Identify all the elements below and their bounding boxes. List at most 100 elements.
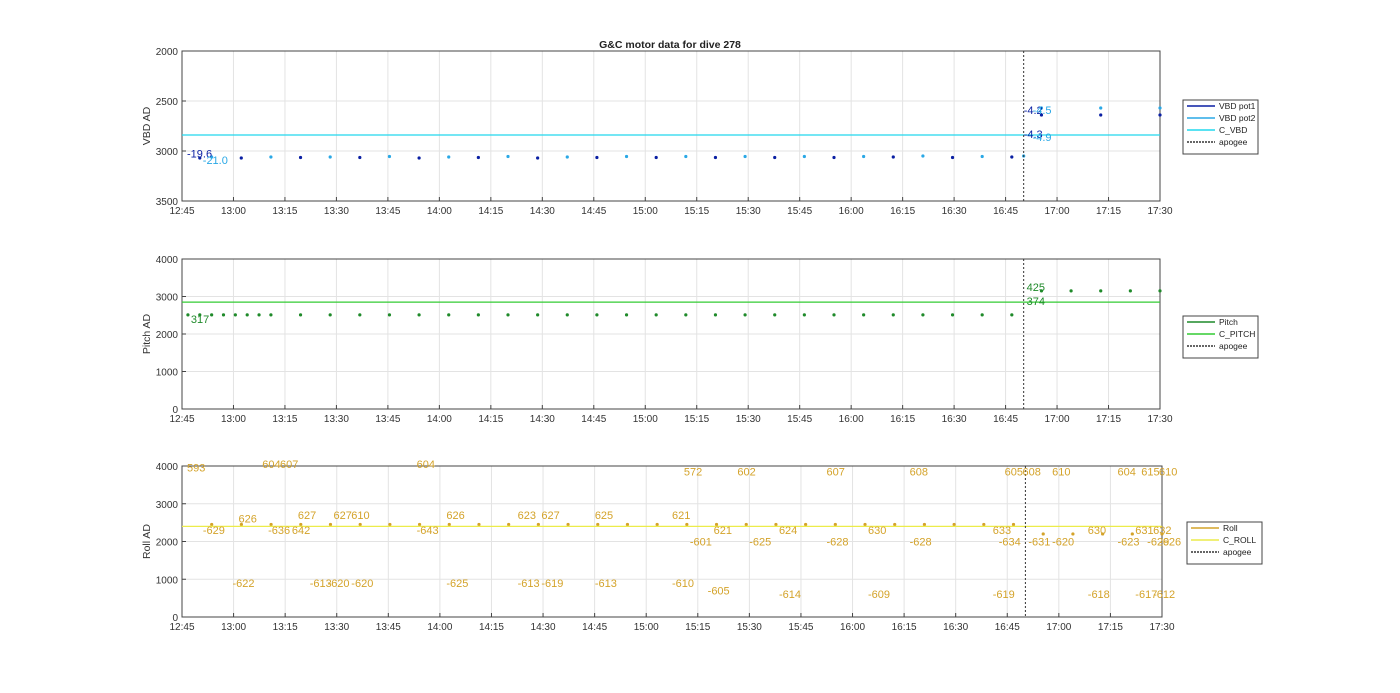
x-tick-label: 17:15 [1096, 414, 1121, 425]
x-tick-label: 14:15 [478, 206, 503, 217]
data-point [744, 522, 748, 527]
data-label: -634 [999, 536, 1021, 548]
data-point [417, 313, 421, 317]
data-label: 607 [280, 459, 298, 471]
roll-ylabel: Roll AD [141, 524, 153, 559]
data-label: -631 [1028, 536, 1050, 548]
roll-panel: 12:45 13:00 13:15 13:30 13:45 14:00 14:15 14:30… [141, 459, 1263, 633]
x-tick-label: 17:15 [1098, 622, 1123, 633]
data-label: 604 [417, 459, 435, 471]
x-tick-label: 15:30 [736, 206, 761, 217]
data-label: -601 [690, 536, 712, 548]
data-label: 610 [1052, 466, 1070, 478]
data-label: -609 [868, 589, 890, 601]
x-tick-label: 15:15 [685, 622, 710, 633]
data-point [832, 155, 836, 160]
data-label: -4.9 [1033, 132, 1052, 144]
data-label: -636 [268, 525, 290, 537]
data-point [862, 313, 866, 317]
data-point [802, 313, 806, 317]
data-point [624, 154, 629, 159]
data-label: -622 [233, 578, 255, 590]
vbd-grid [181, 50, 1161, 202]
data-label: 608 [910, 466, 928, 478]
data-point [298, 155, 303, 160]
x-tick-label: 17:15 [1096, 206, 1121, 217]
data-label: -21.0 [203, 155, 228, 167]
data-point [595, 155, 599, 160]
legend-entry: Roll [1223, 523, 1238, 533]
data-point [596, 522, 600, 527]
data-point [654, 155, 658, 160]
data-point [1130, 532, 1134, 536]
data-point [1099, 289, 1103, 293]
x-tick-label: 16:15 [890, 206, 915, 217]
x-tick-label: 15:15 [684, 206, 709, 217]
x-tick-label: 15:15 [684, 414, 709, 425]
x-tick-label: 14:45 [581, 414, 606, 425]
data-label: -620 [1052, 536, 1074, 548]
y-tick-label: 2500 [156, 97, 179, 108]
data-label: -613 [595, 578, 617, 590]
legend-entry: apogee [1219, 137, 1248, 147]
data-point [1158, 106, 1162, 110]
data-point [832, 313, 836, 317]
legend-entry: VBD pot1 [1219, 101, 1256, 111]
x-tick-label: 13:30 [324, 414, 349, 425]
data-label: -629 [203, 525, 225, 537]
data-label: 615 [1141, 466, 1159, 478]
data-label: -613 [518, 578, 540, 590]
data-label: 624 [779, 525, 797, 537]
data-label: 633 [993, 525, 1011, 537]
x-tick-label: 17:30 [1147, 414, 1172, 425]
x-tick-label: 15:00 [634, 622, 659, 633]
data-label: -628 [826, 536, 848, 548]
x-tick-label: 14:15 [478, 414, 503, 425]
data-label: 632 [1153, 525, 1171, 537]
data-label: 630 [868, 525, 886, 537]
data-point [952, 522, 956, 527]
figure-title: G&C motor data for dive 278 [599, 39, 741, 51]
data-point [239, 156, 243, 160]
data-point [1128, 289, 1132, 293]
data-label: 425 [1027, 282, 1045, 294]
y-tick-label: 4000 [156, 255, 179, 266]
y-tick-label: 2000 [156, 47, 179, 58]
data-label: 607 [826, 466, 844, 478]
data-label: -626 [1159, 536, 1181, 548]
data-label: 593 [187, 463, 205, 475]
data-point [506, 154, 510, 159]
legend-entry: C_VBD [1219, 125, 1247, 135]
data-point [863, 522, 867, 527]
data-point [565, 313, 569, 317]
data-point [1010, 155, 1014, 159]
data-label: 627 [333, 510, 351, 522]
x-tick-label: 17:00 [1045, 206, 1070, 217]
data-point [298, 313, 303, 317]
data-label: 626 [446, 510, 464, 522]
x-tick-label: 16:00 [839, 414, 864, 425]
data-point [536, 313, 540, 317]
data-point [743, 313, 747, 317]
legend-entry: C_ROLL [1223, 535, 1256, 545]
data-point [358, 522, 362, 527]
data-point [684, 313, 688, 317]
data-point [685, 522, 689, 527]
data-label: 631 [1135, 525, 1153, 537]
x-tick-label: 17:30 [1149, 622, 1174, 633]
data-point [862, 154, 866, 159]
legend-entry: apogee [1223, 547, 1252, 557]
y-tick-label: 2000 [156, 538, 179, 549]
data-point [655, 522, 659, 527]
pitch-panel: 12:45 13:00 13:15 13:30 13:45 14:00 14:15 14:30… [141, 255, 1259, 425]
data-label: 621 [714, 525, 732, 537]
pitch-grid [181, 258, 1161, 410]
data-point [210, 313, 214, 317]
legend-entry: VBD pot2 [1219, 113, 1256, 123]
x-tick-label: 16:15 [892, 622, 917, 633]
x-tick-label: 15:45 [788, 622, 813, 633]
data-point [387, 154, 392, 159]
y-tick-label: 1000 [156, 575, 179, 586]
y-tick-label: 2000 [156, 330, 179, 341]
x-tick-label: 14:15 [479, 622, 504, 633]
